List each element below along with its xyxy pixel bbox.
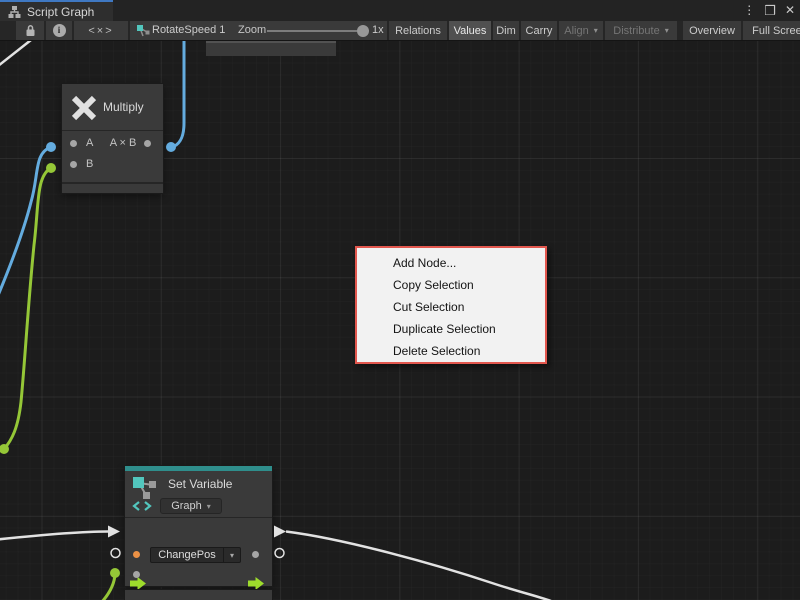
set-variable-main[interactable]: Set Variable Graph ▾ ChangePos ▾ <box>125 466 272 586</box>
more-options-icon[interactable]: ⋮ <box>743 0 755 21</box>
graph-breadcrumb[interactable]: RotateSpeed 1 <box>152 24 225 36</box>
tab-title: Script Graph <box>27 5 94 19</box>
align-label: Align <box>564 25 588 37</box>
port-b-label: B <box>86 158 93 170</box>
node-set-variable[interactable]: Set Variable Graph ▾ ChangePos ▾ <box>125 466 272 600</box>
chevron-down-icon: ▾ <box>665 26 669 35</box>
lock-icon <box>25 24 36 37</box>
chevron-down-icon: ▾ <box>230 551 234 560</box>
zoom-slider-handle[interactable] <box>357 25 369 37</box>
tab-script-graph[interactable]: Script Graph <box>0 0 113 21</box>
relations-label: Relations <box>395 25 441 37</box>
variable-name-dropdown-button[interactable]: ▾ <box>224 547 241 563</box>
window-controls: ⋮ ❒ ✕ <box>743 0 795 21</box>
output-port[interactable] <box>144 140 151 147</box>
node-multiply[interactable]: Multiply A A × B B <box>62 84 163 193</box>
distribute-button[interactable]: Distribute ▾ <box>605 21 677 40</box>
output-value-port[interactable] <box>252 551 259 558</box>
unity-script-graph-window: Multiply A A × B B Set Variable <box>0 0 800 600</box>
set-variable-icon <box>132 475 160 513</box>
node-title: Set Variable <box>168 477 232 491</box>
code-icon: <×> <box>88 25 113 37</box>
values-button[interactable]: Values <box>449 21 491 40</box>
port-a-label: A <box>86 137 93 149</box>
graph-breadcrumb-and-zoom: RotateSpeed 1 Zoom 1x <box>130 21 387 40</box>
restore-window-icon[interactable]: ❒ <box>764 0 776 21</box>
set-variable-header[interactable]: Set Variable Graph ▾ <box>125 471 272 517</box>
full-screen-button[interactable]: Full Screen <box>743 21 800 40</box>
flow-arrow-out[interactable] <box>248 577 264 590</box>
tab-bar: Script Graph ⋮ ❒ ✕ <box>0 0 800 21</box>
dim-label: Dim <box>496 25 516 37</box>
chevron-down-icon: ▾ <box>207 502 211 511</box>
fit-to-view-button[interactable]: <×> <box>74 21 128 40</box>
graph-icon <box>8 6 21 18</box>
zoom-value: 1x <box>372 24 384 36</box>
menu-item-cut-selection[interactable]: Cut Selection <box>357 296 545 318</box>
close-window-icon[interactable]: ✕ <box>785 0 795 21</box>
info-button[interactable]: i <box>46 21 72 40</box>
dim-button[interactable]: Dim <box>493 21 519 40</box>
input-port-a[interactable] <box>70 140 77 147</box>
set-variable-body: ChangePos ▾ <box>125 517 272 586</box>
menu-item-duplicate-selection[interactable]: Duplicate Selection <box>357 318 545 340</box>
graph-icon <box>137 25 150 38</box>
input-port-b[interactable] <box>70 161 77 168</box>
secondary-input-port[interactable] <box>133 571 140 578</box>
set-variable-footer <box>125 590 272 600</box>
multiply-icon <box>70 94 98 122</box>
scope-label: Graph <box>171 500 202 512</box>
variable-scope-dropdown[interactable]: Graph ▾ <box>160 498 222 514</box>
overview-button[interactable]: Overview <box>683 21 741 40</box>
carry-button[interactable]: Carry <box>521 21 557 40</box>
align-button[interactable]: Align ▾ <box>559 21 603 40</box>
menu-item-add-node[interactable]: Add Node... <box>357 252 545 274</box>
zoom-slider-track[interactable] <box>267 30 357 32</box>
variable-value-port[interactable] <box>133 551 140 558</box>
flow-arrow-in[interactable] <box>130 577 146 590</box>
chevron-down-icon: ▾ <box>594 26 598 35</box>
menu-item-delete-selection[interactable]: Delete Selection <box>357 340 545 362</box>
multiply-footer <box>62 182 163 193</box>
graph-toolbar: i <×> RotateSpeed 1 Zoom 1x Relations Va… <box>0 21 800 41</box>
carry-label: Carry <box>526 25 553 37</box>
relations-button[interactable]: Relations <box>389 21 447 40</box>
overview-label: Overview <box>689 25 735 37</box>
variable-name-dropdown[interactable]: ChangePos <box>150 547 224 563</box>
values-label: Values <box>454 25 487 37</box>
distribute-label: Distribute <box>613 25 659 37</box>
offscreen-node-top[interactable] <box>206 41 336 56</box>
multiply-body: A A × B B <box>62 130 163 182</box>
zoom-label: Zoom <box>238 24 266 36</box>
node-title: Multiply <box>103 100 144 114</box>
multiply-header[interactable]: Multiply <box>62 84 163 130</box>
menu-item-copy-selection[interactable]: Copy Selection <box>357 274 545 296</box>
full-screen-label: Full Screen <box>752 25 800 37</box>
info-icon: i <box>53 24 66 37</box>
port-out-label: A × B <box>104 137 142 149</box>
variable-name: ChangePos <box>158 549 216 561</box>
lock-button[interactable] <box>16 21 44 40</box>
context-menu: Add Node... Copy Selection Cut Selection… <box>355 246 547 364</box>
